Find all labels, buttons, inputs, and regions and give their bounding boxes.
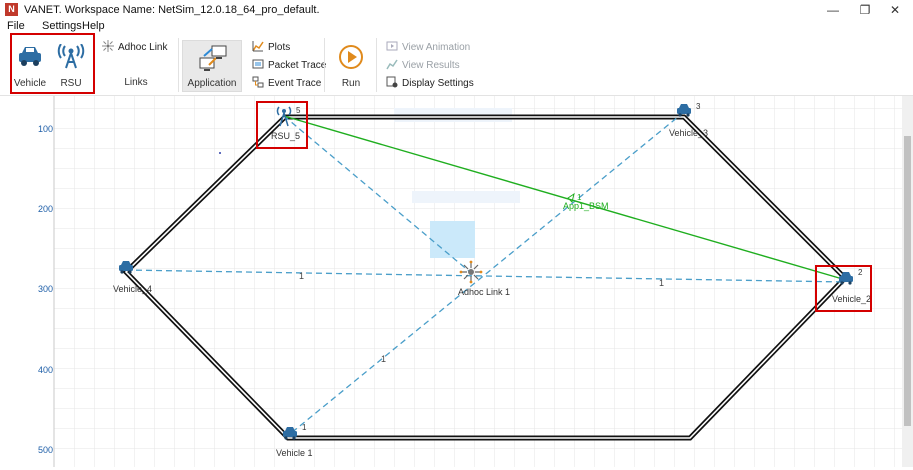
view-animation-icon — [386, 41, 398, 51]
display-settings-button[interactable]: Display Settings — [386, 76, 474, 89]
vertical-scrollbar[interactable] — [902, 96, 913, 467]
application-label: Application — [187, 78, 237, 89]
vehicle-node-label: Vehicle 1 — [276, 448, 313, 458]
y-tick-label: 100 — [38, 124, 53, 134]
y-tick-label: 200 — [38, 204, 53, 214]
view-results-button[interactable]: View Results — [386, 58, 460, 71]
link-label: 1 — [299, 271, 304, 281]
packet-trace-label: Packet Trace — [268, 60, 327, 71]
menu-settings[interactable]: Settings — [42, 20, 82, 32]
network-diagram[interactable]: 100 200 300 400 500 1 1 1 App1_BSM 1 Adh… — [0, 96, 913, 467]
view-animation-button[interactable]: View Animation — [386, 40, 470, 53]
selection-highlight — [430, 221, 475, 258]
netsim-logo-icon: N — [5, 3, 18, 16]
menu-file[interactable]: File — [7, 20, 25, 32]
minimize-button[interactable]: — — [818, 1, 848, 19]
vehicle-node-label: Vehicle_3 — [669, 128, 708, 138]
run-play-icon — [339, 45, 363, 69]
y-tick-label: 300 — [38, 284, 53, 294]
adhoc-link-button[interactable]: Adhoc Link — [102, 40, 167, 53]
window-title: VANET. Workspace Name: NetSim_12.0.18_64… — [24, 4, 320, 16]
menu-bar: File Settings Help — [0, 20, 913, 34]
node-id: 3 — [696, 102, 701, 111]
vehicle-rsu-highlight — [10, 33, 95, 94]
run-label: Run — [341, 78, 361, 89]
view-animation-label: View Animation — [402, 42, 471, 53]
rsu-node-label: RSU_5 — [271, 131, 300, 141]
adhoc-link-label: Adhoc Link — [118, 42, 168, 53]
event-trace-icon — [252, 76, 264, 88]
canvas-grid — [54, 96, 902, 467]
ribbon-toolbar: Vehicle RSU Adhoc Link Links Application — [0, 33, 913, 96]
node-id: 1 — [302, 423, 307, 432]
links-group-label: Links — [124, 77, 148, 88]
adhoc-link-icon — [102, 40, 114, 52]
display-settings-icon — [386, 76, 398, 88]
app-flow-label: App1_BSM — [563, 201, 609, 211]
title-bar: N VANET. Workspace Name: NetSim_12.0.18_… — [0, 0, 913, 20]
scrollbar-thumb[interactable] — [904, 136, 911, 426]
packet-trace-button[interactable]: Packet Trace — [252, 58, 326, 71]
canvas-dot — [219, 152, 221, 154]
packet-trace-icon — [252, 59, 264, 69]
display-settings-label: Display Settings — [402, 78, 474, 89]
y-tick-label: 400 — [38, 365, 53, 375]
plots-button[interactable]: Plots — [252, 40, 290, 53]
run-button[interactable]: Run — [334, 42, 368, 90]
menu-help[interactable]: Help — [82, 20, 105, 32]
ribbon-divider — [178, 38, 179, 92]
link-label: 1 — [659, 278, 664, 288]
app-flow-id: 1 — [577, 193, 582, 202]
y-tick-label: 500 — [38, 445, 53, 455]
node-id: 2 — [858, 268, 863, 277]
link-label: 1 — [381, 354, 386, 364]
network-canvas[interactable]: 100 200 300 400 500 1 1 1 App1_BSM 1 Adh… — [0, 96, 913, 467]
application-button[interactable]: Application — [182, 40, 242, 92]
plots-label: Plots — [268, 42, 291, 53]
event-trace-label: Event Trace — [268, 78, 322, 89]
node-id: 5 — [296, 106, 301, 115]
ribbon-divider — [376, 38, 377, 92]
application-icon — [199, 45, 227, 71]
ribbon-divider — [324, 38, 325, 92]
faded-label-ghost — [412, 191, 520, 203]
view-results-label: View Results — [402, 60, 460, 71]
plots-icon — [252, 41, 264, 52]
view-results-icon — [386, 59, 398, 70]
vehicle-node-label: Vehicle_4 — [113, 284, 152, 294]
event-trace-button[interactable]: Event Trace — [252, 76, 321, 89]
close-button[interactable]: ✕ — [880, 1, 910, 19]
vehicle-node-label: Vehicle_2 — [832, 294, 871, 304]
adhoc-link-node-label: Adhoc Link 1 — [458, 287, 510, 297]
restore-button[interactable]: ❐ — [850, 1, 880, 19]
